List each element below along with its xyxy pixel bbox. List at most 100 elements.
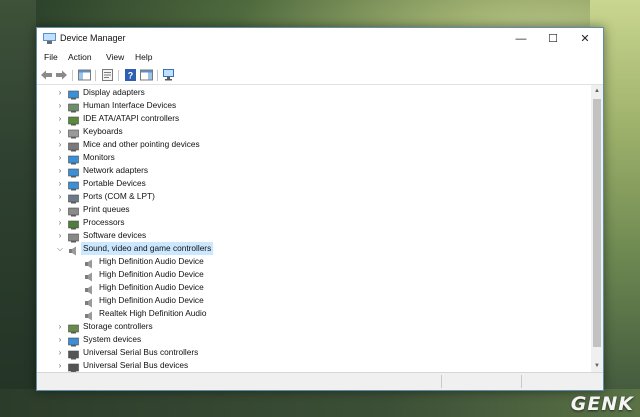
device-category-row[interactable]: › Processors <box>37 216 591 230</box>
device-row[interactable]: Realtek High Definition Audio <box>37 307 591 321</box>
system-device-icon <box>68 334 79 347</box>
chevron-right-icon[interactable]: › <box>56 126 64 137</box>
toolbar-separator <box>95 70 96 81</box>
status-separator <box>441 375 442 388</box>
device-category-row[interactable]: › Mice and other pointing devices <box>37 138 591 152</box>
forward-icon[interactable] <box>55 69 68 81</box>
chevron-right-icon[interactable]: › <box>56 178 64 189</box>
device-category-row[interactable]: › Portable Devices <box>37 177 591 191</box>
device-category-row[interactable]: › Keyboards <box>37 125 591 139</box>
properties-icon[interactable] <box>101 69 114 81</box>
ide-controller-icon <box>68 113 79 126</box>
device-label: Display adapters <box>83 87 145 97</box>
device-category-row[interactable]: › Software devices <box>37 229 591 243</box>
menu-action[interactable]: Action <box>68 52 92 62</box>
device-category-row[interactable]: › Storage controllers <box>37 320 591 334</box>
device-label: Storage controllers <box>83 321 153 331</box>
close-button[interactable]: ✕ <box>569 28 601 51</box>
desktop-background-bottom <box>0 389 640 417</box>
chevron-right-icon[interactable]: › <box>56 217 64 228</box>
keyboard-icon <box>68 126 79 139</box>
chevron-right-icon[interactable]: › <box>56 347 64 358</box>
device-label: Realtek High Definition Audio <box>99 308 207 318</box>
genk-watermark-logo: GENK <box>570 393 634 415</box>
menu-view[interactable]: View <box>106 52 124 62</box>
device-label: IDE ATA/ATAPI controllers <box>83 113 180 123</box>
device-row[interactable]: High Definition Audio Device <box>37 255 591 269</box>
software-device-icon <box>68 230 79 243</box>
device-category-row[interactable]: › Ports (COM & LPT) <box>37 190 591 204</box>
printer-icon <box>68 204 79 217</box>
device-label: Ports (COM & LPT) <box>83 191 155 201</box>
device-category-row[interactable]: › System devices <box>37 333 591 347</box>
chevron-right-icon[interactable]: › <box>56 191 64 202</box>
menu-help[interactable]: Help <box>135 52 152 62</box>
menu-file[interactable]: File <box>44 52 58 62</box>
device-category-row[interactable]: › Monitors <box>37 151 591 165</box>
device-category-row[interactable]: › IDE ATA/ATAPI controllers <box>37 112 591 126</box>
speaker-icon <box>84 282 95 295</box>
chevron-right-icon[interactable]: › <box>56 139 64 150</box>
device-label: High Definition Audio Device <box>99 256 204 266</box>
device-label: System devices <box>83 334 142 344</box>
device-tree[interactable]: › Display adapters › Human Interface Device… <box>37 85 591 372</box>
device-label: Network adapters <box>83 165 149 175</box>
status-bar <box>37 372 603 390</box>
device-category-row[interactable]: › Network adapters <box>37 164 591 178</box>
window-title: Device Manager <box>60 33 126 43</box>
device-row[interactable]: High Definition Audio Device <box>37 268 591 282</box>
vertical-scrollbar[interactable]: ▲ ▼ <box>591 85 603 372</box>
scroll-up-arrow-icon[interactable]: ▲ <box>591 85 603 97</box>
device-label: Processors <box>83 217 125 227</box>
show-hide-console-tree-icon[interactable] <box>78 69 91 81</box>
chevron-right-icon[interactable]: › <box>56 87 64 98</box>
device-category-row[interactable]: › Display adapters <box>37 86 591 100</box>
chevron-right-icon[interactable]: › <box>56 152 64 163</box>
speaker-icon <box>84 308 95 321</box>
scroll-down-arrow-icon[interactable]: ▼ <box>591 360 603 372</box>
minimize-button[interactable]: — <box>505 28 537 51</box>
portable-device-icon <box>68 178 79 191</box>
chevron-right-icon[interactable]: › <box>56 165 64 176</box>
processor-icon <box>68 217 79 230</box>
device-label: Human Interface Devices <box>83 100 177 110</box>
chevron-right-icon[interactable]: › <box>56 230 64 241</box>
status-separator <box>521 375 522 388</box>
svg-text:?: ? <box>128 71 134 81</box>
toolbar-separator <box>72 70 73 81</box>
device-label: Portable Devices <box>83 178 146 188</box>
chevron-right-icon[interactable]: › <box>56 321 64 332</box>
back-icon[interactable] <box>40 69 53 81</box>
port-icon <box>68 191 79 204</box>
speaker-icon <box>84 295 95 308</box>
display-adapter-icon <box>68 87 79 100</box>
desktop-background-left <box>0 0 36 417</box>
device-label: High Definition Audio Device <box>99 295 204 305</box>
device-label: Universal Serial Bus devices <box>83 360 189 370</box>
speaker-icon <box>84 256 95 269</box>
scan-hardware-icon[interactable] <box>163 69 176 81</box>
scrollbar-thumb[interactable] <box>593 99 601 347</box>
title-bar[interactable]: Device Manager — ☐ ✕ <box>37 28 603 51</box>
device-category-row[interactable]: › Print queues <box>37 203 591 217</box>
storage-controller-icon <box>68 321 79 334</box>
chevron-right-icon[interactable]: › <box>56 100 64 111</box>
chevron-right-icon[interactable]: › <box>56 334 64 345</box>
speaker-icon <box>68 243 79 256</box>
device-category-row[interactable]: › Human Interface Devices <box>37 99 591 113</box>
chevron-down-icon[interactable]: ⌵ <box>56 243 64 254</box>
help-icon[interactable]: ? <box>124 69 137 81</box>
device-row[interactable]: High Definition Audio Device <box>37 294 591 308</box>
device-label: Mice and other pointing devices <box>83 139 200 149</box>
speaker-icon <box>84 269 95 282</box>
device-row[interactable]: High Definition Audio Device <box>37 281 591 295</box>
device-category-row[interactable]: › Universal Serial Bus controllers <box>37 346 591 360</box>
chevron-right-icon[interactable]: › <box>56 204 64 215</box>
device-category-row[interactable]: › Universal Serial Bus devices <box>37 359 591 372</box>
chevron-right-icon[interactable]: › <box>56 360 64 371</box>
maximize-button[interactable]: ☐ <box>537 28 569 51</box>
device-category-row[interactable]: ⌵ Sound, video and game controllers <box>37 242 591 256</box>
usb-icon <box>68 360 79 372</box>
chevron-right-icon[interactable]: › <box>56 113 64 124</box>
show-action-pane-icon[interactable] <box>140 69 153 81</box>
